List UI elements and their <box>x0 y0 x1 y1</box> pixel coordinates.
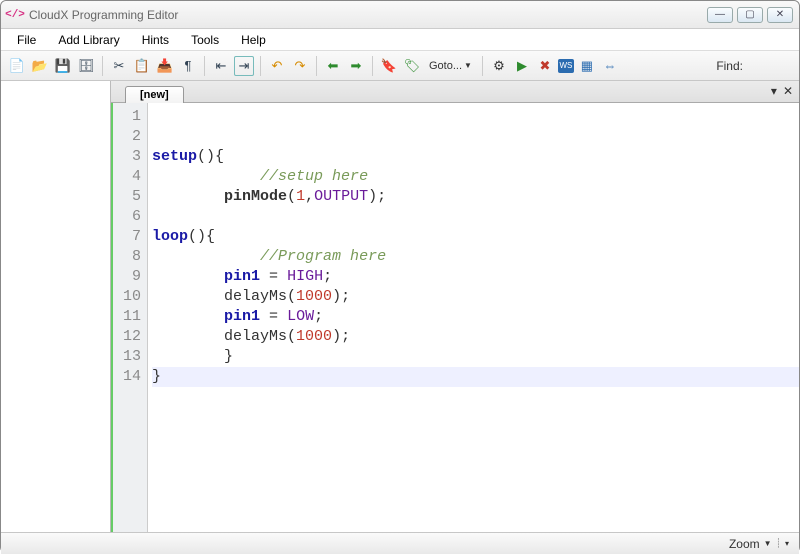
copy-icon[interactable]: 📋 <box>132 56 152 76</box>
tab-menu-icon[interactable]: ▾ <box>771 84 777 98</box>
window-controls: — ▢ ✕ <box>707 7 793 23</box>
menu-tools[interactable]: Tools <box>181 31 229 49</box>
undo-icon[interactable]: ↶ <box>267 56 287 76</box>
separator <box>204 56 205 76</box>
line-number: 3 <box>123 147 141 167</box>
app-icon: </> <box>7 7 23 23</box>
code-editor[interactable]: 1234567891011121314 setup(){ //setup her… <box>111 103 799 532</box>
gear-icon[interactable]: ⚙ <box>489 56 509 76</box>
menu-file[interactable]: File <box>7 31 46 49</box>
code-line[interactable]: delayMs(1000); <box>152 327 799 347</box>
line-number: 9 <box>123 267 141 287</box>
save-all-icon[interactable]: 🗄 <box>76 56 96 76</box>
code-line[interactable]: pin1 = LOW; <box>152 307 799 327</box>
link-icon[interactable]: ⇔ <box>600 56 620 76</box>
redo-icon[interactable]: ↷ <box>290 56 310 76</box>
line-number: 5 <box>123 187 141 207</box>
line-number: 8 <box>123 247 141 267</box>
line-number: 7 <box>123 227 141 247</box>
line-number: 10 <box>123 287 141 307</box>
cut-icon[interactable]: ✂ <box>109 56 129 76</box>
menu-add-library[interactable]: Add Library <box>48 31 129 49</box>
code-line[interactable]: pin1 = HIGH; <box>152 267 799 287</box>
menu-hints[interactable]: Hints <box>132 31 179 49</box>
separator <box>482 56 483 76</box>
code-line[interactable]: delayMs(1000); <box>152 287 799 307</box>
code-line[interactable]: setup(){ <box>152 147 799 167</box>
code-line[interactable] <box>152 207 799 227</box>
outdent-icon[interactable]: ⇤ <box>211 56 231 76</box>
maximize-button[interactable]: ▢ <box>737 7 763 23</box>
zoom-control[interactable]: Zoom ▼ ┊ ▾ <box>729 537 789 551</box>
workspace: [new] ▾ ✕ 1234567891011121314 setup(){ /… <box>1 81 799 532</box>
tab-close-icon[interactable]: ✕ <box>783 84 793 98</box>
code-line[interactable]: } <box>152 347 799 367</box>
build-icon[interactable]: ▶ <box>512 56 532 76</box>
line-number: 14 <box>123 367 141 387</box>
line-number: 6 <box>123 207 141 227</box>
forward-arrow-icon[interactable]: ➡ <box>346 56 366 76</box>
tab-bar: [new] ▾ ✕ <box>111 81 799 103</box>
code-area[interactable]: setup(){ //setup here pinMode(1,OUTPUT);… <box>148 103 799 532</box>
separator <box>260 56 261 76</box>
new-file-icon[interactable]: 📄 <box>7 56 27 76</box>
save-icon[interactable]: 💾 <box>53 56 73 76</box>
code-line[interactable]: loop(){ <box>152 227 799 247</box>
tab-new[interactable]: [new] <box>125 86 184 103</box>
status-bar: Zoom ▼ ┊ ▾ <box>1 532 799 554</box>
open-folder-icon[interactable]: 📂 <box>30 56 50 76</box>
code-line[interactable]: pinMode(1,OUTPUT); <box>152 187 799 207</box>
bookmark-icon[interactable]: 🔖 <box>379 56 399 76</box>
code-line[interactable]: } <box>152 367 799 387</box>
line-gutter: 1234567891011121314 <box>113 103 148 532</box>
back-arrow-icon[interactable]: ⬅ <box>323 56 343 76</box>
paste-icon[interactable]: 📥 <box>155 56 175 76</box>
code-line[interactable]: //Program here <box>152 247 799 267</box>
zoom-dropdown-icon[interactable]: ▼ <box>764 539 772 548</box>
code-line[interactable] <box>152 107 799 127</box>
find-area: Find: <box>716 59 743 73</box>
find-label: Find: <box>716 59 743 73</box>
separator <box>372 56 373 76</box>
ws-icon[interactable]: WS <box>558 59 574 73</box>
chip-icon[interactable]: ▦ <box>577 56 597 76</box>
sidebar <box>1 81 111 532</box>
line-number: 13 <box>123 347 141 367</box>
separator <box>102 56 103 76</box>
line-number: 4 <box>123 167 141 187</box>
indent-icon[interactable]: ⇥ <box>234 56 254 76</box>
title-bar: </> CloudX Programming Editor — ▢ ✕ <box>1 1 799 29</box>
menu-help[interactable]: Help <box>231 31 276 49</box>
zoom-label: Zoom <box>729 537 760 551</box>
stop-icon[interactable]: ✖ <box>535 56 555 76</box>
goto-dropdown[interactable]: Goto...▼ <box>425 60 476 72</box>
window-title: CloudX Programming Editor <box>29 8 707 22</box>
goto-bookmark-icon[interactable]: 🏷 <box>402 56 422 76</box>
editor-pane: [new] ▾ ✕ 1234567891011121314 setup(){ /… <box>111 81 799 532</box>
minimize-button[interactable]: — <box>707 7 733 23</box>
toolbar: 📄 📂 💾 🗄 ✂ 📋 📥 ¶ ⇤ ⇥ ↶ ↷ ⬅ ➡ 🔖 🏷 Goto...▼… <box>1 51 799 81</box>
paragraph-icon[interactable]: ¶ <box>178 56 198 76</box>
chevron-down-icon[interactable]: ▾ <box>785 539 789 548</box>
code-line[interactable] <box>152 127 799 147</box>
code-line[interactable]: //setup here <box>152 167 799 187</box>
line-number: 2 <box>123 127 141 147</box>
menu-bar: File Add Library Hints Tools Help <box>1 29 799 51</box>
line-number: 11 <box>123 307 141 327</box>
line-number: 12 <box>123 327 141 347</box>
close-button[interactable]: ✕ <box>767 7 793 23</box>
line-number: 1 <box>123 107 141 127</box>
separator <box>316 56 317 76</box>
